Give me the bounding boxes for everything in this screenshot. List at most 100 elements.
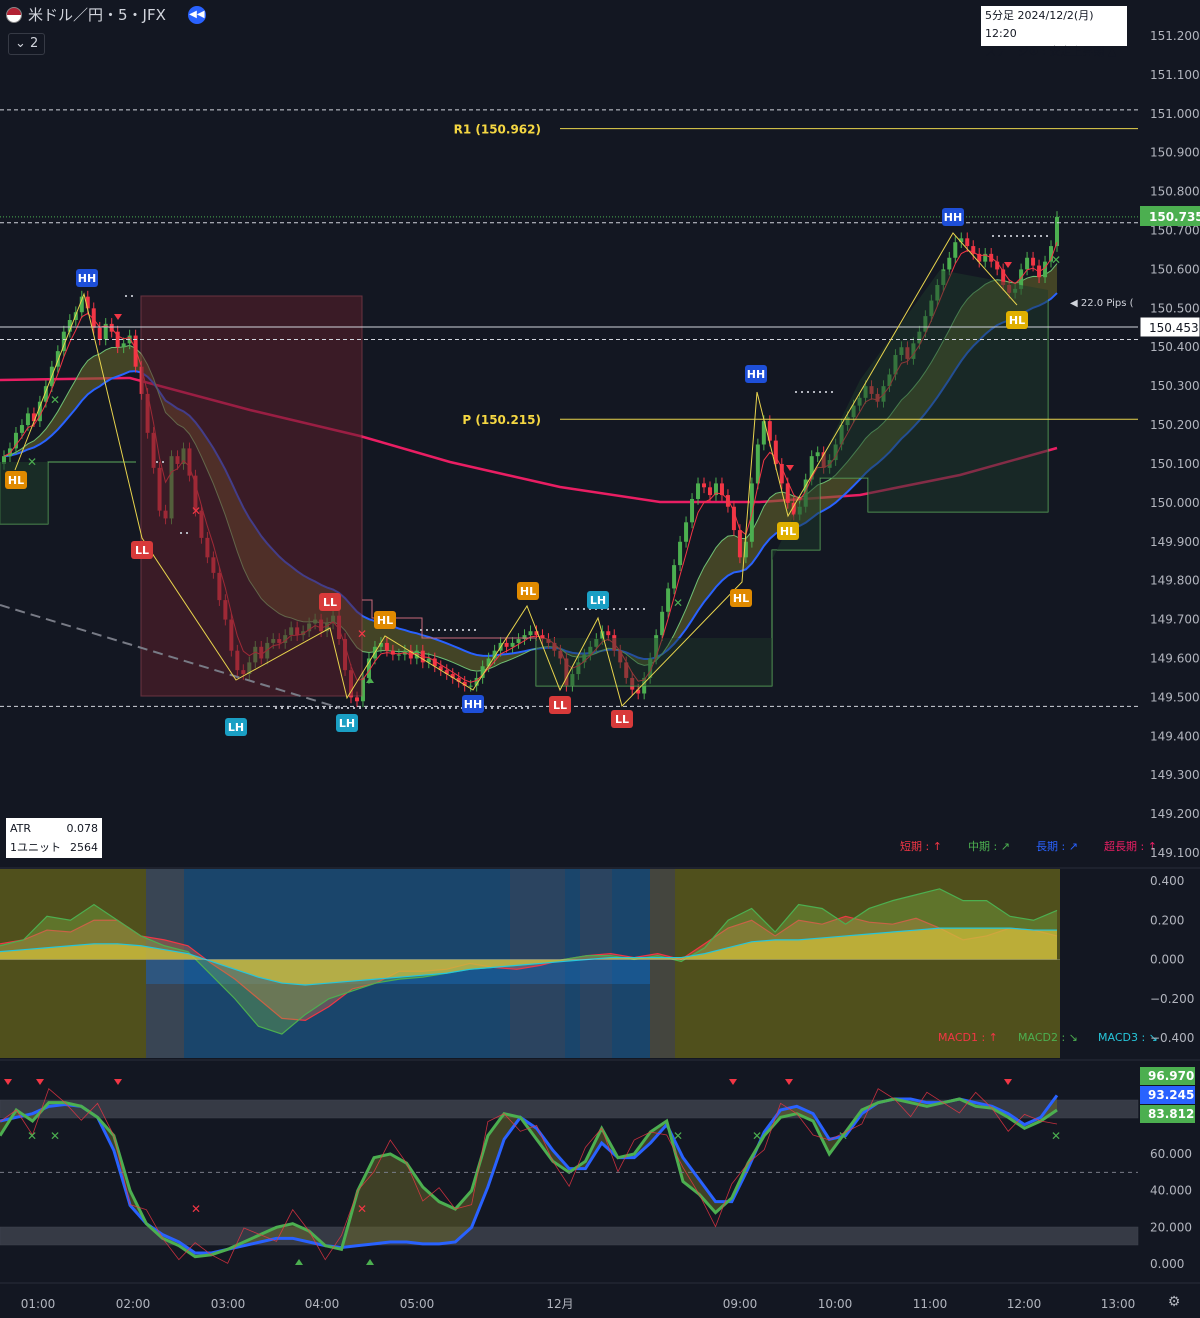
stoch-sell-icon bbox=[1004, 1079, 1012, 1085]
swing-label-text: HH bbox=[944, 211, 962, 224]
stoch-sell-icon bbox=[36, 1079, 44, 1085]
price-axis-tick: 150.100 bbox=[1150, 457, 1200, 471]
candle-body bbox=[516, 639, 521, 643]
candle-body bbox=[953, 242, 958, 258]
candle-body bbox=[528, 631, 533, 636]
price-axis-tick: 149.100 bbox=[1150, 846, 1200, 860]
price-axis-tick: 149.600 bbox=[1150, 651, 1200, 665]
time-axis-tick: 11:00 bbox=[913, 1297, 948, 1311]
indicator-toggle-button[interactable]: ⌄ 2 bbox=[8, 33, 46, 55]
atr-label: ATR bbox=[10, 822, 32, 835]
candle-body bbox=[1043, 261, 1048, 278]
cross-signal-icon: ✕ bbox=[50, 393, 60, 407]
price-axis-tick: 151.000 bbox=[1150, 107, 1200, 121]
bearish-zone-box bbox=[140, 295, 363, 697]
unit-label: 1ユニット bbox=[10, 841, 61, 854]
ma-legend-item: 中期 : ↗ bbox=[968, 840, 1010, 853]
swing-label-text: HL bbox=[1009, 314, 1025, 327]
macd-regime-band bbox=[675, 869, 1060, 1058]
candle-body bbox=[737, 530, 742, 558]
candle-body bbox=[696, 483, 701, 499]
time-axis-tick: 10:00 bbox=[818, 1297, 853, 1311]
stoch-sell-icon bbox=[114, 1079, 122, 1085]
price-axis-tick: 150.900 bbox=[1150, 146, 1200, 160]
stoch-cross-icon: ✕ bbox=[27, 1129, 37, 1143]
chevron-down-icon: ⌄ bbox=[15, 36, 26, 51]
time-axis-tick: 12:00 bbox=[1007, 1297, 1042, 1311]
stoch-sell-icon bbox=[729, 1079, 737, 1085]
atr-info-box: ATR 0.078 1ユニット 2564 bbox=[6, 818, 102, 858]
swing-label-text: HH bbox=[747, 368, 765, 381]
candle-body bbox=[666, 588, 671, 612]
time-axis-tick: 04:00 bbox=[305, 1297, 340, 1311]
price-axis-tick: 151.200 bbox=[1150, 29, 1200, 43]
time-axis-tick: 01:00 bbox=[21, 1297, 56, 1311]
us-flag-icon bbox=[6, 6, 22, 23]
ma-legend-item: 長期 : ↗ bbox=[1036, 840, 1078, 853]
candle-body bbox=[121, 343, 126, 348]
candle-body bbox=[606, 631, 611, 636]
candle-body bbox=[702, 483, 707, 488]
stoch-buy-icon bbox=[295, 1259, 303, 1265]
candle-body bbox=[965, 238, 970, 247]
candle-body bbox=[384, 642, 389, 651]
ma-legend-item: 短期 : ↑ bbox=[900, 839, 942, 853]
candle-body bbox=[660, 611, 665, 636]
stoch-cross-icon: ✕ bbox=[191, 1202, 201, 1216]
candle-body bbox=[396, 654, 401, 656]
stoch-cross-icon: ✕ bbox=[357, 1202, 367, 1216]
swing-label-text: HL bbox=[8, 474, 24, 487]
candle-body bbox=[707, 487, 712, 496]
sell-signal-icon bbox=[1004, 262, 1012, 268]
swing-label-text: HH bbox=[464, 698, 482, 711]
candle-body bbox=[678, 541, 683, 566]
pivot-label: P (150.215) bbox=[462, 413, 541, 427]
swing-label-text: LL bbox=[615, 713, 629, 726]
stoch-buy-icon bbox=[366, 1259, 374, 1265]
price-axis-tick: 149.300 bbox=[1150, 768, 1200, 782]
stoch-sell-icon bbox=[785, 1079, 793, 1085]
pivot-label: R1 (150.962) bbox=[454, 123, 541, 137]
symbol-title[interactable]: 米ドル／円・5・JFX bbox=[28, 4, 166, 25]
price-axis-tick: 150.600 bbox=[1150, 262, 1200, 276]
price-axis-tick: 149.900 bbox=[1150, 535, 1200, 549]
sell-signal-icon bbox=[786, 465, 794, 471]
rewind-icon[interactable]: ◀◀ bbox=[187, 5, 206, 24]
swing-label-text: LH bbox=[228, 721, 244, 734]
candle-body bbox=[1055, 216, 1059, 247]
candle-body bbox=[684, 522, 689, 542]
pips-distance-label: ◀ 22.0 Pips ( bbox=[1070, 298, 1134, 309]
macd-axis-tick: 0.000 bbox=[1150, 953, 1184, 967]
indicator-count: 2 bbox=[30, 36, 39, 51]
stoch-axis-tick: 20.000 bbox=[1150, 1220, 1192, 1234]
price-axis-tick: 150.200 bbox=[1150, 418, 1200, 432]
stoch-cross-icon: ✕ bbox=[673, 1129, 683, 1143]
symbol-header[interactable]: 米ドル／円・5・JFX ◀◀ bbox=[6, 4, 206, 25]
time-axis-tick: 05:00 bbox=[400, 1297, 435, 1311]
gear-icon[interactable]: ⚙ bbox=[1166, 1294, 1182, 1310]
time-axis-tick: 02:00 bbox=[116, 1297, 151, 1311]
time-axis-tick: 12月 bbox=[546, 1297, 573, 1311]
macd-legend-item: MACD1 : ↑ bbox=[938, 1031, 998, 1044]
candle-body bbox=[19, 425, 24, 433]
support-zone bbox=[536, 638, 772, 686]
price-axis-tick: 149.800 bbox=[1150, 574, 1200, 588]
cross-signal-icon: ✕ bbox=[357, 627, 367, 641]
macd-axis-tick: 0.200 bbox=[1150, 913, 1184, 927]
timeframe-info-box: 5分足 2024/12/2(月) 12:20 ステージ① : 安定上昇期 ▲ bbox=[981, 6, 1127, 58]
swing-label-text: LL bbox=[135, 544, 149, 557]
cross-signal-icon: ✕ bbox=[1051, 253, 1061, 267]
time-axis-tick: 03:00 bbox=[211, 1297, 246, 1311]
swing-label-text: LL bbox=[323, 596, 337, 609]
cross-signal-icon: ✕ bbox=[673, 596, 683, 610]
candle-body bbox=[133, 335, 138, 367]
stoch-value-text: 83.812 bbox=[1148, 1107, 1194, 1121]
candle-body bbox=[672, 565, 677, 589]
timeframe-info-line2: ステージ① : 安定上昇期 ▲ bbox=[985, 45, 1117, 58]
macd-axis-tick: 0.400 bbox=[1150, 874, 1184, 888]
candle-body bbox=[785, 483, 790, 503]
swing-label-text: LL bbox=[553, 699, 567, 712]
candle-body bbox=[504, 642, 509, 647]
stoch-cross-icon: ✕ bbox=[50, 1129, 60, 1143]
candle-body bbox=[947, 257, 952, 270]
